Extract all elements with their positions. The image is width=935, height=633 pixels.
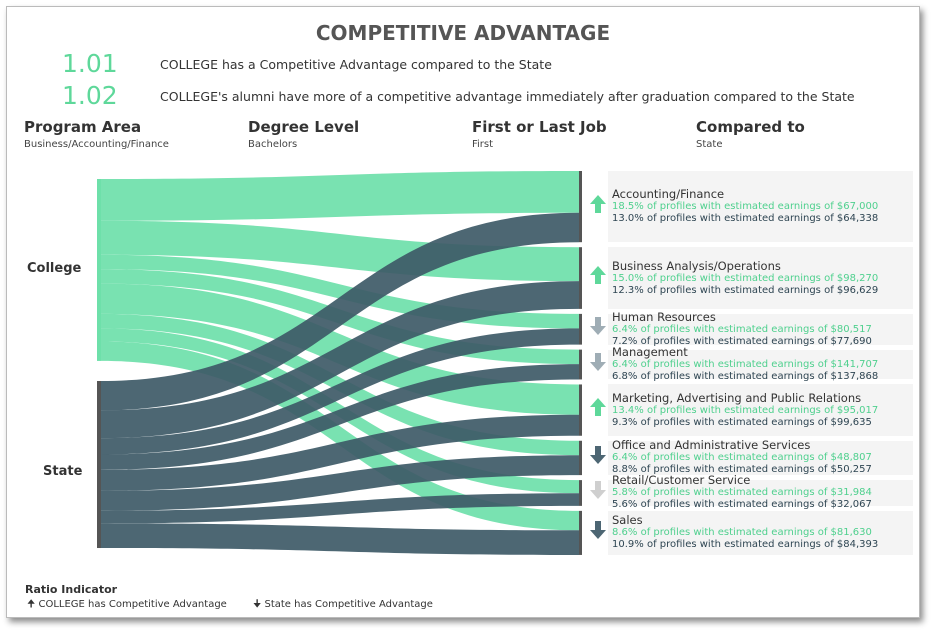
target-name: Retail/Customer Service: [612, 473, 751, 488]
arrow-down-icon: [590, 520, 606, 539]
target-name: Office and Administrative Services: [612, 438, 811, 453]
target-detail: Business Analysis/Operations 15.0% of pr…: [608, 247, 913, 309]
target-detail: Management 6.4% of profiles with estimat…: [608, 346, 913, 383]
target-detail: Marketing, Advertising and Public Relati…: [608, 384, 913, 436]
target-bar: [579, 480, 582, 506]
college-line: 6.4% of profiles with estimated earnings…: [612, 323, 872, 335]
target-detail: Retail/Customer Service 5.8% of profiles…: [608, 474, 913, 510]
source-bar-state: [97, 381, 101, 549]
flow-college-0: [101, 171, 579, 221]
college-line: 6.4% of profiles with estimated earnings…: [612, 359, 879, 371]
target-detail: Accounting/Finance 18.5% of profiles wit…: [608, 171, 913, 243]
legend-title: Ratio Indicator: [25, 583, 118, 596]
state-line: 6.8% of profiles with estimated earnings…: [612, 371, 879, 383]
state-line: 13.0% of profiles with estimated earning…: [612, 213, 879, 225]
dashboard: COMPETITIVE ADVANTAGE 1.01 COLLEGE has a…: [6, 6, 920, 618]
legend-up: 🠉 COLLEGE has Competitive Advantage: [27, 597, 227, 614]
flow-state-7: [101, 523, 579, 555]
college-line: 13.4% of profiles with estimated earning…: [612, 404, 879, 416]
target-name: Accounting/Finance: [612, 187, 725, 202]
target-bar: [579, 384, 582, 436]
state-line: 12.3% of profiles with estimated earning…: [612, 284, 879, 296]
target-name: Sales: [612, 513, 643, 528]
arrow-down-icon: [590, 445, 606, 464]
college-line: 6.4% of profiles with estimated earnings…: [612, 452, 872, 464]
target-bar: [579, 510, 582, 555]
target-bar: [579, 313, 582, 345]
target-detail: Sales 8.6% of profiles with estimated ea…: [608, 510, 913, 555]
arrow-down-icon: 🠋: [253, 599, 265, 610]
target-detail: Human Resources 6.4% of profiles with es…: [608, 309, 913, 347]
state-line: 9.3% of profiles with estimated earnings…: [612, 416, 872, 428]
arrow-down-icon: [590, 317, 606, 336]
state-line: 5.6% of profiles with estimated earnings…: [612, 499, 872, 511]
target-bar: [579, 171, 582, 243]
target-name: Human Resources: [612, 309, 716, 324]
target-detail: Office and Administrative Services 6.4% …: [608, 438, 913, 475]
college-line: 15.0% of profiles with estimated earning…: [612, 272, 879, 284]
college-line: 18.5% of profiles with estimated earning…: [612, 201, 879, 213]
target-bar: [579, 440, 582, 476]
arrow-up-icon: [590, 266, 606, 285]
arrow-down-icon: [590, 480, 606, 499]
legend-up-label: COLLEGE has Competitive Advantage: [38, 599, 227, 610]
legend-down: 🠋 State has Competitive Advantage: [253, 597, 433, 614]
target-name: Marketing, Advertising and Public Relati…: [612, 390, 862, 405]
college-line: 5.8% of profiles with estimated earnings…: [612, 487, 872, 499]
arrow-up-icon: [590, 398, 606, 417]
target-bar: [579, 247, 582, 309]
target-bar: [579, 349, 582, 380]
source-bar-college: [97, 179, 101, 361]
state-line: 10.9% of profiles with estimated earning…: [612, 539, 879, 551]
arrow-up-icon: [590, 194, 606, 213]
target-name: Business Analysis/Operations: [612, 258, 781, 273]
legend-down-label: State has Competitive Advantage: [264, 599, 433, 610]
target-name: Management: [612, 345, 688, 360]
college-line: 8.6% of profiles with estimated earnings…: [612, 527, 872, 539]
arrow-down-icon: [590, 352, 606, 371]
arrow-up-icon: 🠉: [27, 599, 39, 610]
